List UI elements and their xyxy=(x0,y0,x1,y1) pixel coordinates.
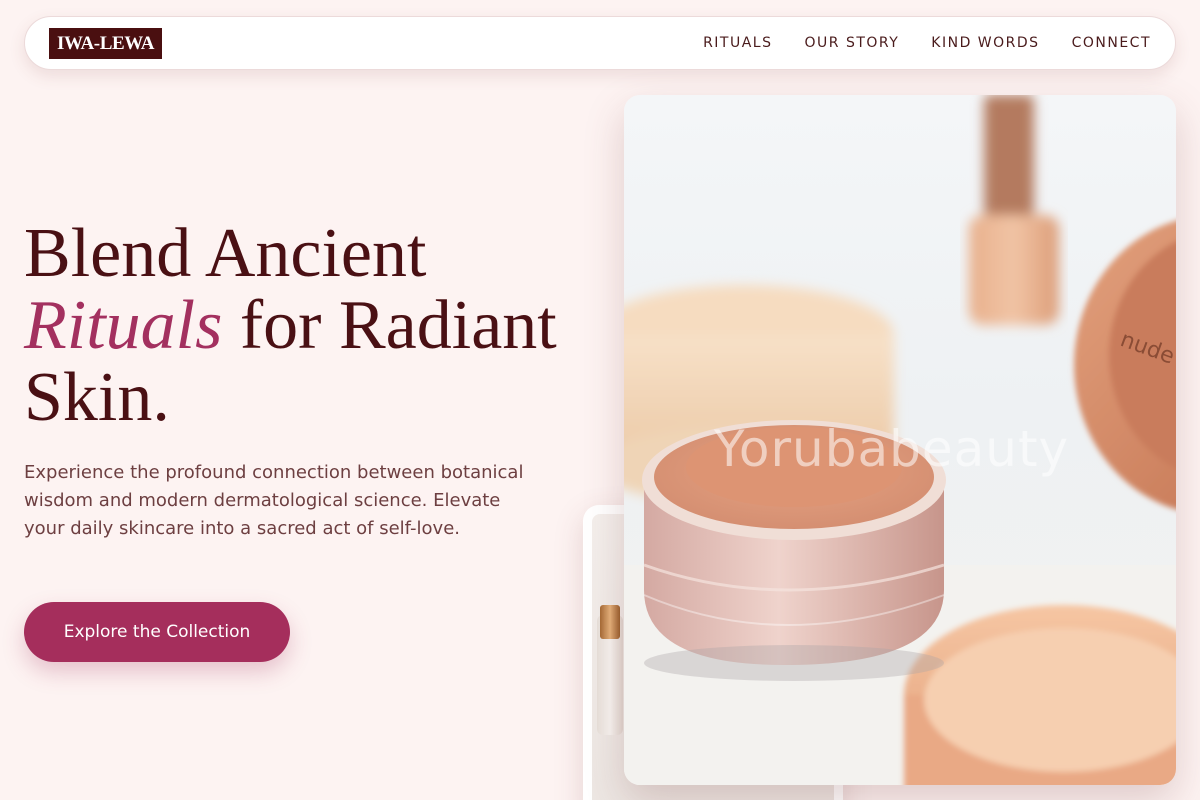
explore-collection-button[interactable]: Explore the Collection xyxy=(24,602,290,662)
navbar: IWA-LEWA RITUALS OUR STORY KIND WORDS CO… xyxy=(24,16,1176,70)
nav-link-kind-words[interactable]: KIND WORDS xyxy=(931,35,1039,51)
hero-description: Experience the profound connection betwe… xyxy=(24,462,524,539)
hero-product-image: nude Yorubabeauty xyxy=(624,95,1176,785)
hero-title-line2: for Radiant xyxy=(222,287,557,364)
image-watermark: Yorubabeauty xyxy=(714,420,1070,478)
hero-title: Blend Ancient Rituals for Radiant Skin. xyxy=(24,218,604,434)
landing-page: IWA-LEWA RITUALS OUR STORY KIND WORDS CO… xyxy=(0,0,1200,800)
hero-title-accent: Rituals xyxy=(24,287,223,364)
nav-links: RITUALS OUR STORY KIND WORDS CONNECT xyxy=(703,17,1151,69)
brand-logo[interactable]: IWA-LEWA xyxy=(49,28,163,59)
background-bottle xyxy=(969,95,1059,325)
serum-bottle-cap xyxy=(600,605,620,639)
nav-link-our-story[interactable]: OUR STORY xyxy=(805,35,900,51)
hero-title-line3: Skin. xyxy=(24,359,170,436)
nav-link-rituals[interactable]: RITUALS xyxy=(703,35,772,51)
nav-link-connect[interactable]: CONNECT xyxy=(1072,35,1151,51)
hero-title-line1: Blend Ancient xyxy=(24,215,427,292)
